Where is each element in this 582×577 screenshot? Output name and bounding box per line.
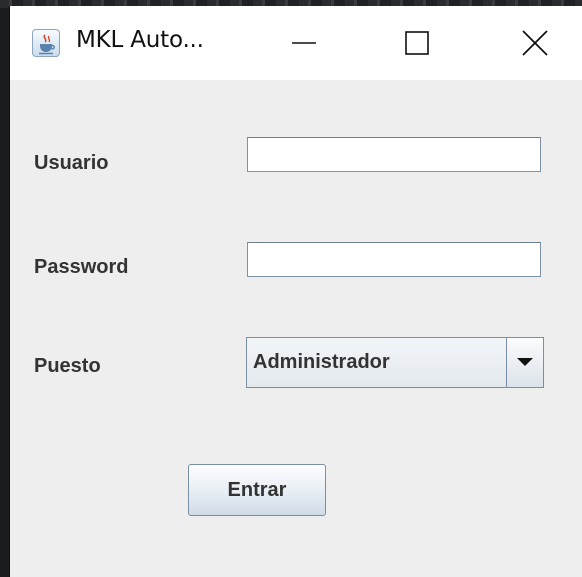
window-title: MKL Auto... [76, 27, 204, 53]
entrar-button[interactable]: Entrar [188, 464, 326, 516]
usuario-input[interactable] [247, 137, 541, 172]
close-icon [522, 30, 548, 56]
puesto-select[interactable]: Administrador [246, 337, 544, 388]
puesto-dropdown-button[interactable] [506, 338, 543, 387]
chevron-down-icon [517, 358, 533, 366]
login-form: Usuario Password Puesto Administrador En… [10, 80, 582, 577]
password-input[interactable] [247, 242, 541, 277]
puesto-label: Puesto [34, 355, 101, 377]
usuario-label: Usuario [34, 152, 109, 174]
java-cup-icon [32, 29, 60, 57]
login-window: MKL Auto... Usuario Password Puesto Admi… [10, 6, 582, 577]
close-button[interactable] [508, 22, 562, 64]
maximize-icon [405, 31, 429, 55]
minimize-button[interactable] [277, 22, 331, 64]
maximize-button[interactable] [390, 22, 444, 64]
minimize-icon [292, 42, 316, 44]
puesto-selected-value: Administrador [253, 351, 390, 373]
password-label: Password [34, 256, 129, 278]
title-bar[interactable]: MKL Auto... [10, 6, 582, 80]
